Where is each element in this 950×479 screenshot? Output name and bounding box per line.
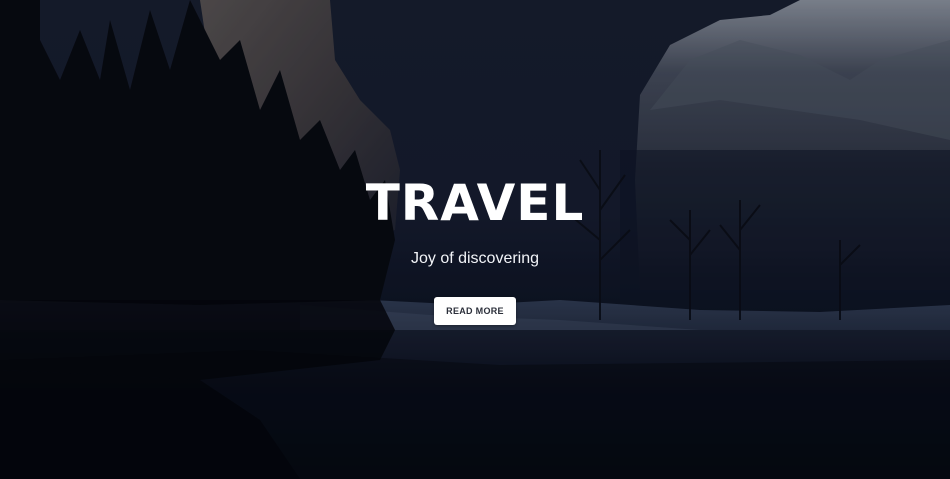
hero-title: TRAVEL — [365, 174, 585, 232]
hero-subtitle: Joy of discovering — [410, 250, 540, 267]
hero-content: TRAVEL Joy of discovering READ MORE — [0, 0, 950, 479]
hero-section: TRAVEL Joy of discovering READ MORE — [0, 0, 950, 479]
read-more-button[interactable]: READ MORE — [434, 297, 516, 325]
